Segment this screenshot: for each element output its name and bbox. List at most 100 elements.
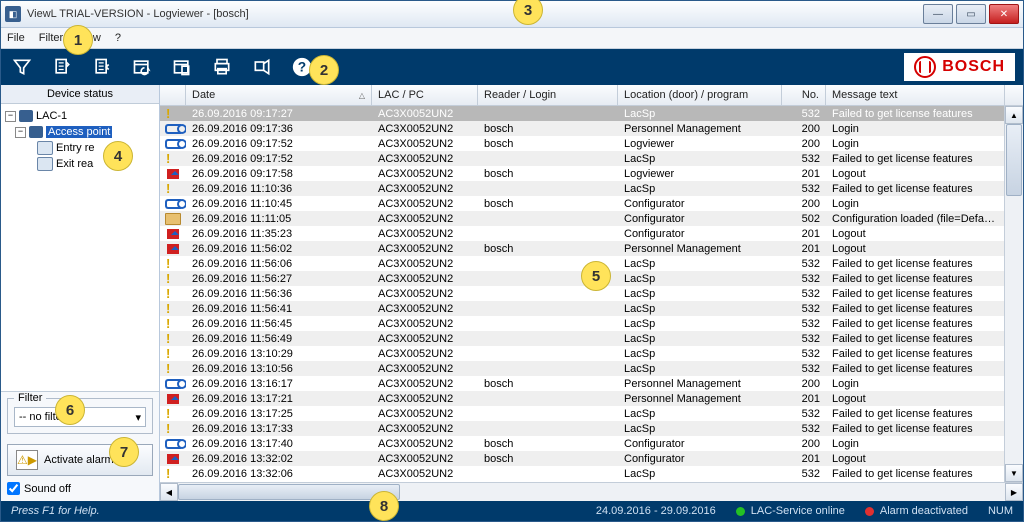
cell-reader: bosch bbox=[478, 123, 618, 135]
table-row[interactable]: 26.09.2016 11:11:05AC3X0052UN2Configurat… bbox=[160, 211, 1005, 226]
table-row[interactable]: 26.09.2016 11:56:02AC3X0052UN2boschPerso… bbox=[160, 241, 1005, 256]
col-date[interactable]: Date△ bbox=[186, 85, 372, 105]
cell-lac: AC3X0052UN2 bbox=[372, 363, 478, 375]
table-row[interactable]: !26.09.2016 11:56:45AC3X0052UN2LacSp532F… bbox=[160, 316, 1005, 331]
tree-node-lac[interactable]: −LAC-1 bbox=[3, 108, 157, 124]
menu-filter[interactable]: Filter bbox=[39, 32, 63, 44]
cell-message: Failed to get license features bbox=[826, 303, 1005, 315]
table-row[interactable]: 26.09.2016 13:32:02AC3X0052UN2boschConfi… bbox=[160, 451, 1005, 466]
table-row[interactable]: 26.09.2016 13:17:21AC3X0052UN2Personnel … bbox=[160, 391, 1005, 406]
table-row[interactable]: !26.09.2016 11:10:36AC3X0052UN2LacSp532F… bbox=[160, 181, 1005, 196]
col-location[interactable]: Location (door) / program bbox=[618, 85, 782, 105]
logout-icon bbox=[167, 394, 179, 404]
cell-no: 201 bbox=[782, 453, 826, 465]
status-help: Press F1 for Help. bbox=[1, 505, 586, 517]
menu-file[interactable]: File bbox=[7, 32, 25, 44]
col-lac[interactable]: LAC / PC bbox=[372, 85, 478, 105]
scroll-thumb[interactable] bbox=[1006, 124, 1022, 196]
cell-location: Personnel Management bbox=[618, 243, 782, 255]
cell-no: 532 bbox=[782, 363, 826, 375]
status-service: LAC-Service online bbox=[726, 505, 855, 517]
cell-message: Failed to get license features bbox=[826, 333, 1005, 345]
calendar-refresh-icon[interactable] bbox=[129, 54, 155, 80]
cell-no: 532 bbox=[782, 108, 826, 120]
cell-lac: AC3X0052UN2 bbox=[372, 273, 478, 285]
print-icon[interactable] bbox=[209, 54, 235, 80]
key-icon bbox=[165, 199, 181, 209]
table-row[interactable]: !26.09.2016 11:56:41AC3X0052UN2LacSp532F… bbox=[160, 301, 1005, 316]
menu-view[interactable]: View bbox=[77, 32, 101, 44]
table-row[interactable]: 26.09.2016 09:17:58AC3X0052UN2boschLogvi… bbox=[160, 166, 1005, 181]
scroll-down-button[interactable]: ▼ bbox=[1005, 464, 1023, 482]
sound-off-checkbox[interactable] bbox=[7, 482, 20, 495]
table-row[interactable]: 26.09.2016 11:10:45AC3X0052UN2boschConfi… bbox=[160, 196, 1005, 211]
cell-message: Failed to get license features bbox=[826, 423, 1005, 435]
col-no[interactable]: No. bbox=[782, 85, 826, 105]
col-reader[interactable]: Reader / Login bbox=[478, 85, 618, 105]
horizontal-scrollbar[interactable]: ◀ ▶ bbox=[160, 482, 1023, 501]
cell-location: LacSp bbox=[618, 318, 782, 330]
table-row[interactable]: !26.09.2016 13:10:56AC3X0052UN2LacSp532F… bbox=[160, 361, 1005, 376]
calendar-page-icon[interactable] bbox=[169, 54, 195, 80]
cell-no: 532 bbox=[782, 348, 826, 360]
table-row[interactable]: !26.09.2016 11:56:49AC3X0052UN2LacSp532F… bbox=[160, 331, 1005, 346]
device-tree[interactable]: −LAC-1 −Access point Entry re Exit rea bbox=[1, 104, 159, 392]
filter-icon[interactable] bbox=[9, 54, 35, 80]
table-row[interactable]: !26.09.2016 13:17:33AC3X0052UN2LacSp532F… bbox=[160, 421, 1005, 436]
table-row[interactable]: !26.09.2016 11:56:06AC3X0052UN2LacSp532F… bbox=[160, 256, 1005, 271]
vertical-scrollbar[interactable]: ▲ ▼ bbox=[1004, 106, 1023, 482]
minimize-button[interactable]: — bbox=[923, 4, 953, 24]
cell-lac: AC3X0052UN2 bbox=[372, 213, 478, 225]
table-row[interactable]: 26.09.2016 13:17:40AC3X0052UN2boschConfi… bbox=[160, 436, 1005, 451]
tree-node-access-point[interactable]: −Access point bbox=[3, 124, 157, 140]
status-date-range: 24.09.2016 - 29.09.2016 bbox=[586, 505, 726, 517]
cell-no: 200 bbox=[782, 378, 826, 390]
table-row[interactable]: !26.09.2016 13:32:06AC3X0052UN2LacSp532F… bbox=[160, 466, 1005, 481]
live-icon[interactable] bbox=[249, 54, 275, 80]
activate-alarm-button[interactable]: ⚠▶ Activate alarm bbox=[7, 444, 153, 476]
tree-leaf-entry[interactable]: Entry re bbox=[3, 140, 157, 156]
import-icon[interactable] bbox=[89, 54, 115, 80]
table-row[interactable]: !26.09.2016 13:10:29AC3X0052UN2LacSp532F… bbox=[160, 346, 1005, 361]
menu-help[interactable]: ? bbox=[115, 32, 121, 44]
scroll-up-button[interactable]: ▲ bbox=[1005, 106, 1023, 124]
col-message[interactable]: Message text bbox=[826, 85, 1005, 105]
table-row[interactable]: 26.09.2016 11:35:23AC3X0052UN2Configurat… bbox=[160, 226, 1005, 241]
cell-location: LacSp bbox=[618, 303, 782, 315]
export-icon[interactable] bbox=[49, 54, 75, 80]
tree-leaf-exit[interactable]: Exit rea bbox=[3, 156, 157, 172]
folder-icon bbox=[165, 213, 181, 225]
filter-select[interactable]: -- no filter --▾ bbox=[14, 407, 146, 427]
warning-icon: ! bbox=[166, 363, 180, 375]
cell-no: 200 bbox=[782, 198, 826, 210]
table-row[interactable]: 26.09.2016 13:16:17AC3X0052UN2boschPerso… bbox=[160, 376, 1005, 391]
scroll-left-button[interactable]: ◀ bbox=[160, 483, 178, 501]
maximize-button[interactable]: ▭ bbox=[956, 4, 986, 24]
hscroll-thumb[interactable] bbox=[178, 484, 400, 500]
table-row[interactable]: 26.09.2016 09:17:36AC3X0052UN2boschPerso… bbox=[160, 121, 1005, 136]
scroll-right-button[interactable]: ▶ bbox=[1005, 483, 1023, 501]
cell-date: 26.09.2016 11:56:02 bbox=[186, 243, 372, 255]
cell-lac: AC3X0052UN2 bbox=[372, 108, 478, 120]
cell-message: Failed to get license features bbox=[826, 183, 1005, 195]
help-icon[interactable]: ? bbox=[289, 54, 315, 80]
close-button[interactable]: ✕ bbox=[989, 4, 1019, 24]
table-row[interactable]: !26.09.2016 09:17:52AC3X0052UN2LacSp532F… bbox=[160, 151, 1005, 166]
table-row[interactable]: !26.09.2016 11:56:36AC3X0052UN2LacSp532F… bbox=[160, 286, 1005, 301]
col-icon[interactable] bbox=[160, 85, 186, 105]
cell-lac: AC3X0052UN2 bbox=[372, 438, 478, 450]
table-row[interactable]: !26.09.2016 09:17:27AC3X0052UN2LacSp532F… bbox=[160, 106, 1005, 121]
cell-location: LacSp bbox=[618, 183, 782, 195]
table-row[interactable]: !26.09.2016 13:17:25AC3X0052UN2LacSp532F… bbox=[160, 406, 1005, 421]
titlebar[interactable]: ◧ ViewL TRIAL-VERSION - Logviewer - [bos… bbox=[1, 1, 1023, 28]
warning-icon: ! bbox=[166, 333, 180, 345]
cell-message: Failed to get license features bbox=[826, 108, 1005, 120]
key-icon bbox=[165, 139, 181, 149]
cell-location: LacSp bbox=[618, 468, 782, 480]
cell-location: Personnel Management bbox=[618, 378, 782, 390]
cell-message: Logout bbox=[826, 393, 1005, 405]
table-row[interactable]: !26.09.2016 11:56:27AC3X0052UN2LacSp532F… bbox=[160, 271, 1005, 286]
status-num: NUM bbox=[978, 505, 1023, 517]
table-row[interactable]: 26.09.2016 09:17:52AC3X0052UN2boschLogvi… bbox=[160, 136, 1005, 151]
cell-location: LacSp bbox=[618, 363, 782, 375]
